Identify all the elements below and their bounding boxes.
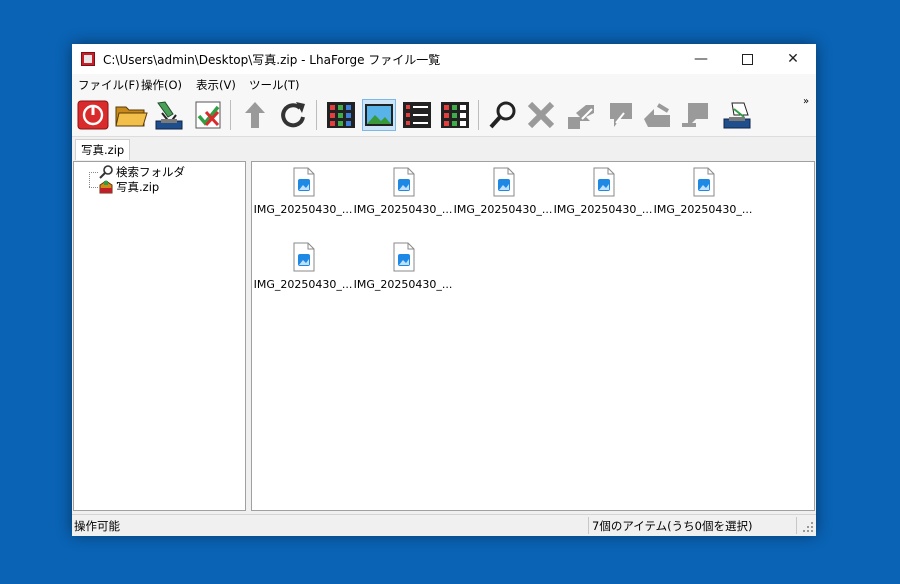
add-files-button[interactable] [678,99,712,131]
extract-here-icon [644,103,670,127]
search-button[interactable] [486,99,520,131]
view-details-button[interactable] [438,99,472,131]
test-archive-button[interactable] [190,99,224,131]
file-item[interactable]: IMG_20250430_... [353,238,453,308]
power-icon [77,100,109,130]
status-text: 操作可能 [74,519,120,533]
app-icon[interactable] [81,52,95,66]
menu-view[interactable]: 表示(V) [196,77,236,93]
close-icon: ✕ [787,51,799,67]
status-divider [588,517,589,534]
file-item-label: IMG_20250430_... [453,203,553,216]
details-view-icon [441,102,469,128]
tree-item-archive[interactable]: 写真.zip [98,179,159,195]
file-item-label: IMG_20250430_... [353,278,453,291]
toolbar-separator [230,100,231,130]
file-item-label: IMG_20250430_... [253,203,353,216]
file-item[interactable]: IMG_20250430_... [253,163,353,233]
file-item-label: IMG_20250430_... [653,203,753,216]
extract-to-button[interactable] [602,99,636,131]
close-button[interactable]: ✕ [770,44,816,74]
maximize-button[interactable] [724,44,770,74]
maximize-icon [741,53,753,65]
extract-button[interactable] [152,99,186,131]
file-item[interactable]: IMG_20250430_... [253,238,353,308]
tree-connector [89,187,98,188]
send-icon [723,102,751,129]
toolbar: » [72,94,816,136]
file-item-label: IMG_20250430_... [553,203,653,216]
view-small-icons-button[interactable] [324,99,358,131]
tree-item-search-folder[interactable]: 検索フォルダ [98,164,185,180]
image-file-icon [393,167,415,197]
menu-bar: ファイル(F) 操作(O) 表示(V) ツール(T) [72,74,816,94]
image-file-icon [493,167,515,197]
title-bar[interactable]: C:\Users\admin\Desktop\写真.zip - LhaForge… [72,44,816,74]
menu-operation[interactable]: 操作(O) [141,77,182,93]
tree-connector [89,172,90,187]
status-bar: 操作可能 7個のアイテム(うち0個を選択) [72,514,816,536]
view-list-button[interactable] [400,99,434,131]
image-file-icon [693,167,715,197]
folder-tree: 検索フォルダ 写真.zip [73,161,246,511]
extract-to-icon [610,103,632,127]
file-list: IMG_20250430_... IMG_20250430_... IMG_20… [251,161,815,511]
open-archive-button[interactable] [114,99,148,131]
image-file-icon [293,167,315,197]
image-file-icon [293,242,315,272]
up-arrow-icon [245,102,265,128]
close-archive-button[interactable] [76,99,110,131]
search-icon [489,101,516,129]
refresh-icon [281,102,305,128]
delete-icon [527,101,555,129]
menu-file[interactable]: ファイル(F) [78,77,140,93]
minimize-icon: — [694,51,708,67]
folder-open-icon [115,106,148,127]
tree-item-label: 写真.zip [116,180,160,194]
toolbar-separator [316,100,317,130]
resize-grip-icon[interactable] [802,521,814,533]
file-item-label: IMG_20250430_... [253,278,353,291]
tab-strip: 写真.zip [72,136,816,160]
check-icon [195,101,221,129]
file-item[interactable]: IMG_20250430_... [653,163,753,233]
file-item[interactable]: IMG_20250430_... [553,163,653,233]
item-count-status: 7個のアイテム(うち0個を選択) [592,519,753,533]
toolbar-overflow-button[interactable]: » [803,96,809,107]
file-item[interactable]: IMG_20250430_... [353,163,453,233]
grid-view-icon [327,102,355,128]
refresh-button[interactable] [276,99,310,131]
extract-selected-button[interactable] [564,99,598,131]
up-folder-button[interactable] [238,99,272,131]
image-file-icon [593,167,615,197]
tab-archive[interactable]: 写真.zip [75,139,131,160]
menu-tools[interactable]: ツール(T) [249,77,300,93]
extract-arrow-icon [568,105,594,129]
add-icon [682,103,708,127]
list-view-icon [403,102,431,128]
image-file-icon [393,242,415,272]
search-folder-icon [98,164,114,180]
delete-button[interactable] [524,99,558,131]
archive-icon [98,179,114,195]
file-item[interactable]: IMG_20250430_... [453,163,553,233]
app-window: C:\Users\admin\Desktop\写真.zip - LhaForge… [72,44,816,536]
minimize-button[interactable]: — [678,44,724,74]
extract-icon [155,101,183,130]
extract-here-button[interactable] [640,99,674,131]
window-title: C:\Users\admin\Desktop\写真.zip - LhaForge… [103,53,441,67]
send-to-button[interactable] [720,99,754,131]
tree-item-label: 検索フォルダ [116,165,185,179]
tree-connector [89,172,98,173]
toolbar-separator [478,100,479,130]
status-divider [796,517,797,534]
view-large-icons-button[interactable] [362,99,396,131]
file-item-label: IMG_20250430_... [353,203,453,216]
image-view-icon [365,104,393,126]
